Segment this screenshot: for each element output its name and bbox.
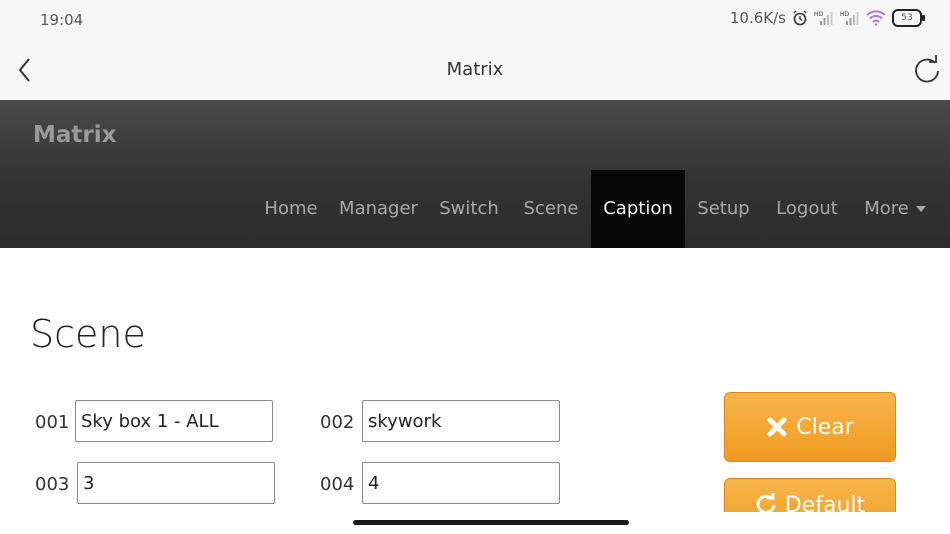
brand-logo[interactable]: Matrix: [33, 122, 116, 148]
scene-001-input[interactable]: [75, 400, 273, 442]
status-icons: 10.6K/s HD HD 53: [729, 9, 925, 27]
alarm-icon: [792, 10, 808, 26]
home-indicator[interactable]: [353, 520, 629, 525]
refresh-icon: [915, 55, 939, 83]
app-title: Matrix: [446, 59, 504, 80]
nav-logout[interactable]: Logout: [770, 170, 844, 248]
nav-manager[interactable]: Manager: [335, 170, 422, 248]
battery-level: 53: [901, 13, 913, 23]
default-button[interactable]: Default: [724, 478, 896, 512]
nav-setup[interactable]: Setup: [692, 170, 755, 248]
nav-more[interactable]: More: [860, 170, 930, 248]
nav-switch[interactable]: Switch: [434, 170, 504, 248]
nav-more-label: More: [864, 198, 909, 219]
svg-text:HD: HD: [840, 11, 850, 18]
content-area: Scene 001 : 002 : 003 : 004 : Clear Defa…: [0, 248, 950, 512]
field-label-002: 002 :: [320, 412, 367, 433]
clear-button[interactable]: Clear: [724, 392, 896, 462]
svg-text:HD: HD: [814, 11, 824, 18]
nav-scene[interactable]: Scene: [516, 170, 586, 248]
wifi-icon: [866, 10, 886, 26]
refresh-button[interactable]: [912, 54, 942, 86]
clear-button-label: Clear: [796, 414, 854, 440]
default-button-label: Default: [784, 493, 866, 512]
network-speed: 10.6K/s: [729, 9, 786, 27]
field-label-003: 003 :: [35, 474, 82, 495]
site-navbar: Matrix Home Manager Switch Scene Caption…: [0, 100, 950, 248]
nav-home[interactable]: Home: [256, 170, 326, 248]
signal-hd-icon: HD: [814, 10, 834, 26]
scene-002-input[interactable]: [362, 400, 560, 442]
status-bar: 19:04 10.6K/s HD HD 53: [0, 0, 950, 40]
page-title: Scene: [30, 312, 146, 356]
app-bar: Matrix: [0, 40, 950, 100]
caret-down-icon: [915, 206, 926, 212]
refresh-icon: [756, 493, 776, 512]
scene-004-input[interactable]: [362, 462, 560, 504]
scene-003-input[interactable]: [77, 462, 275, 504]
battery-icon: 53: [892, 9, 925, 27]
close-icon: [767, 417, 787, 437]
signal-hd-icon: HD: [840, 10, 860, 26]
status-time: 19:04: [40, 11, 84, 29]
field-label-004: 004 :: [320, 474, 367, 495]
nav-caption[interactable]: Caption: [591, 170, 685, 248]
